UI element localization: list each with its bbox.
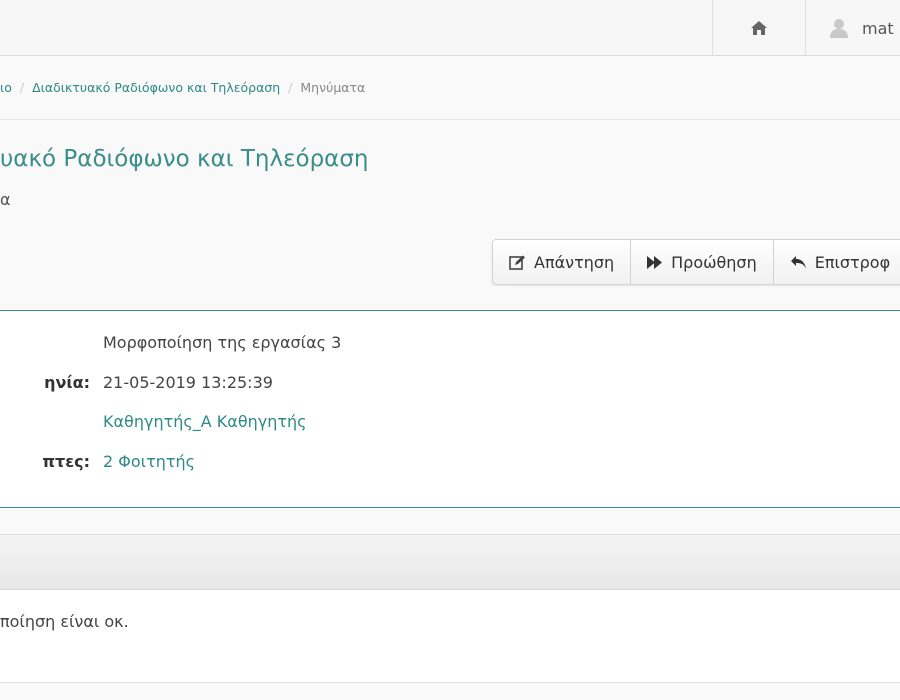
date-value: 21-05-2019 13:25:39 [103, 373, 273, 392]
recipients-row: πτες: 2 Φοιτητής [0, 452, 900, 476]
user-menu[interactable]: mat [806, 0, 900, 56]
breadcrumb: ιο / Διαδικτυακό Ραδιόφωνο και Τηλεόραση… [0, 56, 900, 120]
forward-button[interactable]: Προώθηση [631, 240, 774, 284]
fast-forward-icon [647, 255, 663, 269]
page-title: υακό Ραδιόφωνο και Τηλεόραση [0, 146, 369, 172]
breadcrumb-separator: / [288, 80, 293, 95]
home-icon [751, 21, 767, 35]
breadcrumb-current: Μηνύματα [300, 80, 366, 95]
message-actions: Απάντηση Προώθηση Επιστροφ [492, 239, 900, 285]
date-label: ηνία: [44, 373, 90, 392]
message-details: Μορφοποίηση της εργασίας 3 ηνία: 21-05-2… [0, 310, 900, 508]
sender-link[interactable]: Καθηγητής_Α Καθηγητής [103, 412, 307, 431]
back-label: Επιστροφ [814, 252, 891, 272]
breadcrumb-separator: / [19, 80, 25, 95]
sender-row: Καθηγητής_Α Καθηγητής [0, 412, 900, 436]
message-body-header [0, 534, 900, 590]
reply-label: Απάντηση [534, 252, 615, 272]
subject-value: Μορφοποίηση της εργασίας 3 [103, 333, 342, 352]
recipients-label: πτες: [42, 452, 90, 471]
forward-label: Προώθηση [671, 252, 757, 272]
home-button[interactable] [712, 0, 806, 56]
subject-row: Μορφοποίηση της εργασίας 3 [0, 333, 900, 357]
edit-icon [509, 255, 525, 270]
top-navbar: mat [0, 0, 900, 56]
reply-button[interactable]: Απάντηση [493, 240, 632, 284]
back-button[interactable]: Επιστροφ [773, 240, 900, 284]
reply-arrow-icon [790, 255, 806, 269]
breadcrumb-home-link[interactable]: ιο [0, 80, 12, 95]
message-body: ποίηση είναι οκ. [0, 590, 900, 683]
message-body-text: ποίηση είναι οκ. [0, 612, 129, 631]
recipients-link[interactable]: 2 Φοιτητής [103, 452, 195, 471]
page-subtitle: α [0, 190, 11, 209]
date-row: ηνία: 21-05-2019 13:25:39 [0, 373, 900, 397]
user-name: mat [862, 18, 894, 38]
breadcrumb-course-link[interactable]: Διαδικτυακό Ραδιόφωνο και Τηλεόραση [32, 80, 280, 95]
user-icon [830, 19, 848, 38]
